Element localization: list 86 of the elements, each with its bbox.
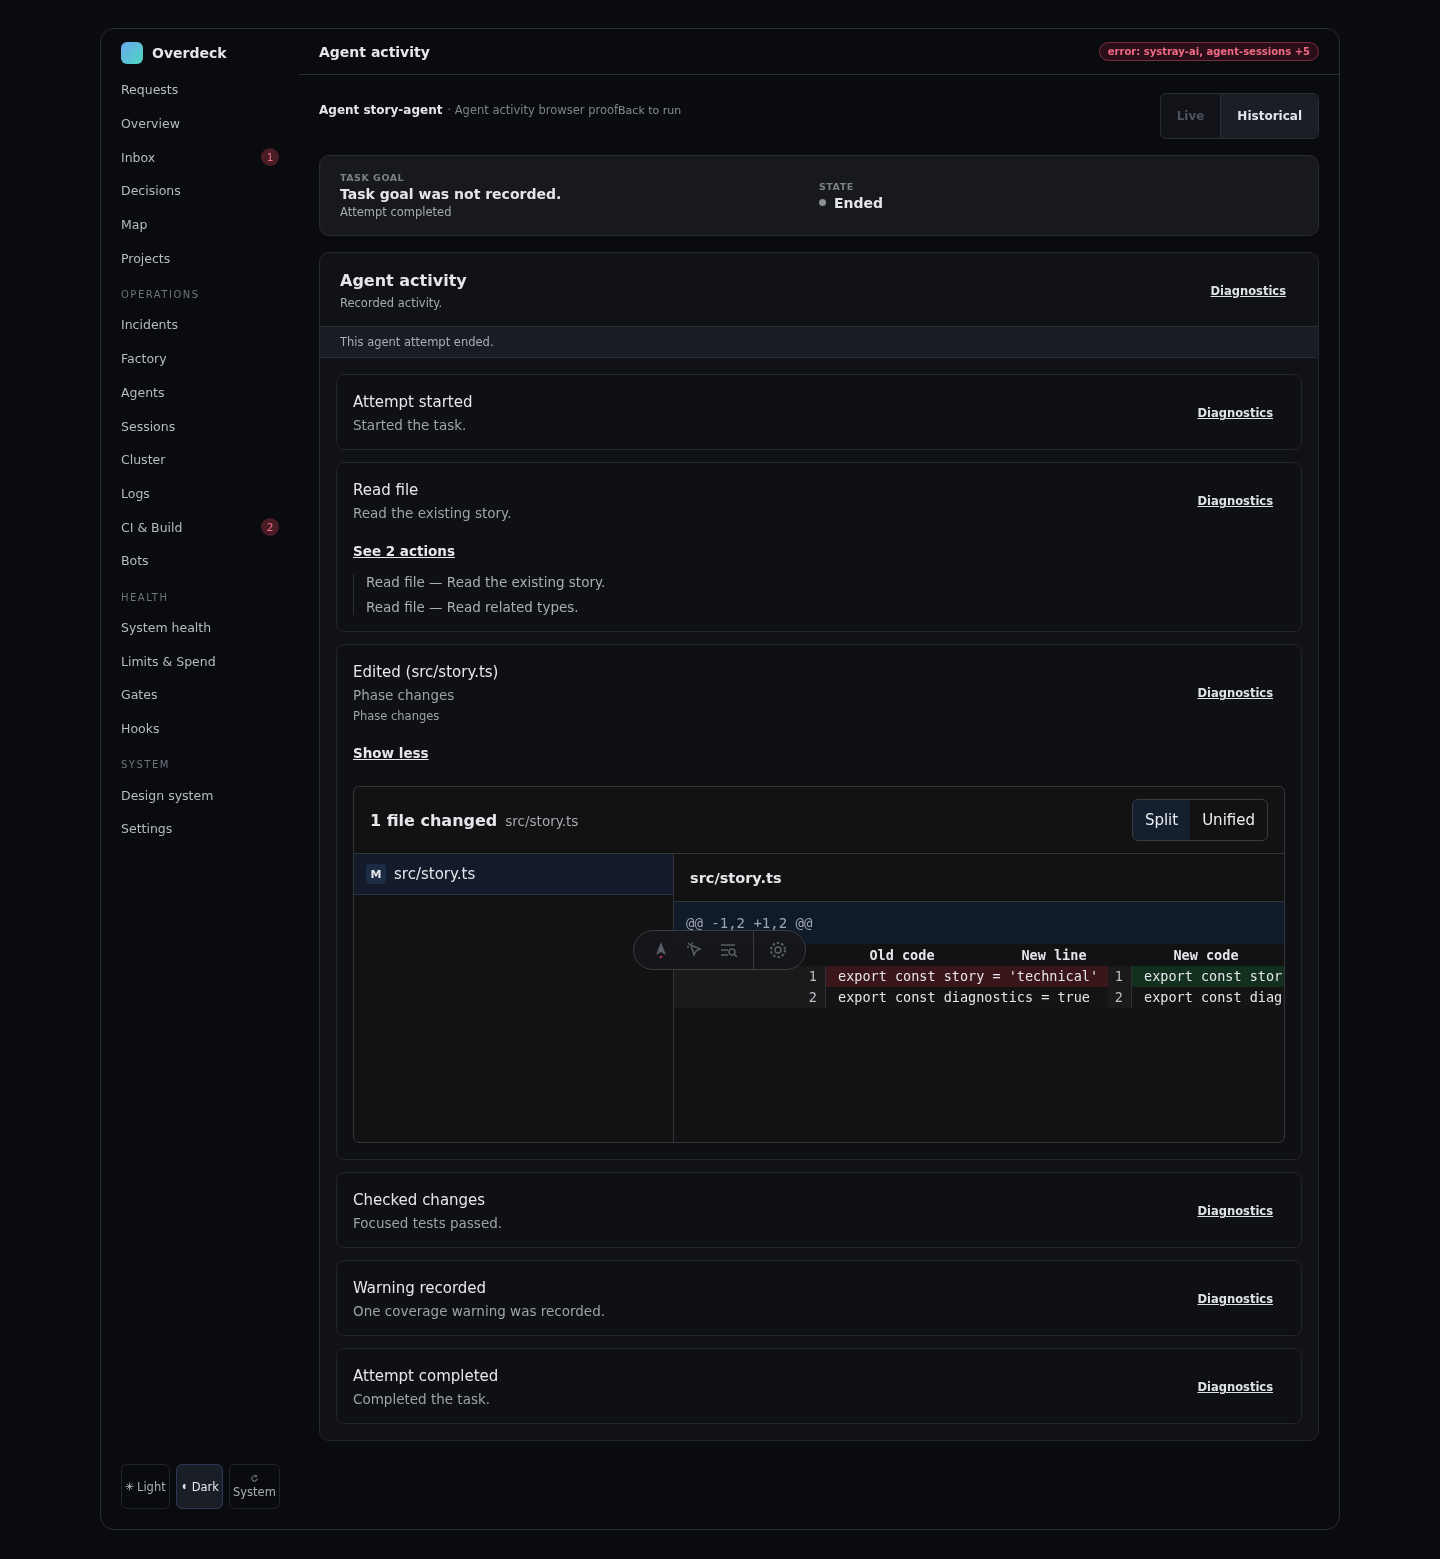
event-detail: Phase changes	[353, 687, 456, 703]
goal-label: TASK GOAL	[340, 172, 406, 183]
nav-item[interactable]: Factory	[121, 341, 279, 376]
nav-item[interactable]: Settings	[121, 812, 279, 846]
activity-subtitle: Recorded activity.	[340, 296, 444, 310]
back-link[interactable]: Back to run	[618, 104, 682, 117]
event-detail: Read the existing story.	[353, 505, 512, 521]
brand-name: Overdeck	[152, 45, 227, 61]
action-item: Read file — Read related types.	[366, 599, 580, 615]
status-dot-icon	[819, 199, 826, 206]
count-badge: 1	[261, 148, 279, 167]
hunk-header: @@ -1,2 +1,2 @@	[674, 902, 1284, 944]
line-number: 1	[1108, 966, 1132, 987]
nav-item[interactable]: Logs	[121, 476, 279, 511]
column-header: New line	[1020, 947, 1088, 963]
event-title: Read file	[353, 481, 420, 499]
nav-item[interactable]: Design system	[121, 778, 279, 813]
event-detail: Completed the task.	[353, 1391, 492, 1407]
nav-item[interactable]: Inbox 1	[121, 140, 279, 175]
file-item[interactable]: M src/story.ts	[354, 854, 673, 895]
sun-icon	[125, 1482, 134, 1491]
state-label: STATE	[819, 180, 855, 192]
event-title: Attempt completed	[353, 1367, 499, 1385]
column-header: Old code	[868, 947, 936, 963]
nav-item[interactable]: Agents	[121, 375, 279, 410]
event-title: Warning recorded	[353, 1279, 488, 1297]
nav-item[interactable]: Incidents	[121, 308, 279, 342]
nav-section-label: SYSTEM	[121, 758, 171, 773]
event-title: Checked changes	[353, 1191, 487, 1209]
diagnostics-link[interactable]: Diagnostics	[1197, 1292, 1273, 1306]
error-badge: error: systray-ai, agent-sessions +5	[1098, 42, 1319, 61]
line-number: 2	[674, 987, 826, 1008]
view-tab[interactable]: Split	[1132, 800, 1191, 840]
line-number: 2	[1108, 987, 1132, 1008]
event-detail: Focused tests passed.	[353, 1215, 503, 1231]
expand-link[interactable]: See 2 actions	[353, 543, 455, 559]
goal-text: Task goal was not recorded.	[340, 186, 563, 202]
settings-icon[interactable]	[768, 940, 788, 960]
event-detail: Started the task.	[353, 417, 468, 433]
nav-item[interactable]: CI & Build 2	[121, 510, 279, 544]
event-note: Phase changes	[353, 709, 441, 723]
nav-section-label: OPERATIONS	[121, 288, 201, 303]
logo-icon	[121, 42, 143, 64]
nav-item[interactable]: Sessions	[121, 409, 279, 443]
mode-tab[interactable]: Historical	[1220, 94, 1318, 138]
file-path: src/story.ts	[394, 865, 476, 883]
status-badge: M	[366, 864, 386, 884]
goal-detail: Attempt completed	[340, 205, 453, 219]
diagnostics-link[interactable]: Diagnostics	[1197, 494, 1273, 508]
nav-section-label: HEALTH	[121, 590, 170, 605]
activity-title: Agent activity	[340, 271, 467, 290]
nav-item[interactable]: Map	[121, 207, 279, 242]
nav-item[interactable]: Projects	[121, 241, 279, 276]
action-item: Read file — Read the existing story.	[366, 574, 607, 590]
nav-item[interactable]: Hooks	[121, 711, 279, 746]
diff-summary: 1 file changed	[370, 810, 498, 830]
status-banner: This agent attempt ended.	[320, 326, 1318, 358]
context-text: · Agent activity browser proof	[447, 103, 619, 117]
nav-item[interactable]: Limits & Spend	[121, 644, 279, 678]
nav-item[interactable]: Requests	[121, 73, 279, 107]
agent-name: Agent story-agent	[319, 103, 443, 117]
theme-button[interactable]: Dark	[175, 1464, 223, 1509]
state-value: Ended	[834, 194, 884, 211]
theme-button[interactable]: Light	[121, 1464, 170, 1509]
diagnostics-link[interactable]: Diagnostics	[1197, 686, 1273, 700]
theme-button[interactable]: System	[229, 1464, 280, 1509]
nav-item[interactable]: Decisions	[121, 174, 279, 208]
event-title: Attempt started	[353, 393, 473, 411]
diff-path: src/story.ts	[505, 812, 579, 829]
column-header: New code	[1172, 947, 1240, 963]
count-badge: 2	[261, 518, 279, 537]
diagnostics-link[interactable]: Diagnostics	[1197, 1204, 1273, 1218]
nav-item[interactable]: Cluster	[121, 442, 279, 477]
nav-item[interactable]: Gates	[121, 678, 279, 712]
diagnostics-link[interactable]: Diagnostics	[1197, 1380, 1273, 1394]
nav-item[interactable]: Overview	[121, 106, 279, 141]
page-title: Agent activity	[319, 43, 430, 60]
nav-item[interactable]: Bots	[121, 543, 279, 578]
diagnostics-link[interactable]: Diagnostics	[1197, 406, 1273, 420]
collapse-link[interactable]: Show less	[353, 745, 429, 761]
event-detail: One coverage warning was recorded.	[353, 1303, 606, 1319]
view-tab[interactable]: Unified	[1190, 800, 1267, 840]
diagnostics-link[interactable]: Diagnostics	[1210, 283, 1286, 298]
event-title: Edited (src/story.ts)	[353, 663, 499, 681]
nav-item[interactable]: System health	[121, 610, 279, 645]
refresh-icon	[249, 1474, 259, 1483]
